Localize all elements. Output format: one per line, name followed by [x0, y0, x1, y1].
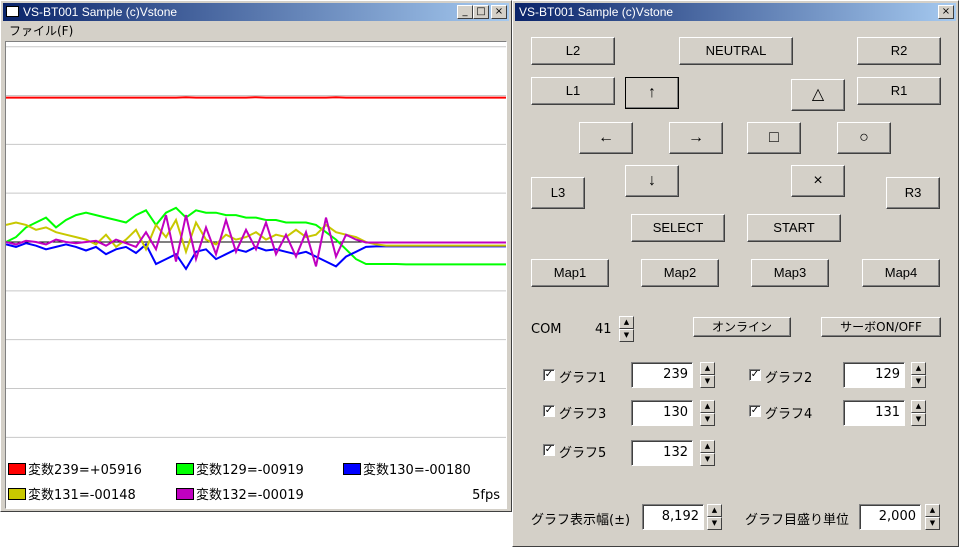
series-line [6, 214, 506, 267]
spin-down-icon[interactable]: ▼ [619, 329, 634, 342]
spin-down-icon[interactable]: ▼ [925, 517, 940, 530]
graph1-input[interactable]: 239 [631, 362, 693, 388]
graph3-spinner[interactable]: ▲ ▼ [700, 400, 715, 426]
spin-up-icon[interactable]: ▲ [700, 440, 715, 453]
graph-scale-label: グラフ目盛り単位 [745, 513, 850, 528]
graph-scale-spinner[interactable]: ▲ ▼ [925, 504, 940, 530]
square-button[interactable]: □ [747, 122, 801, 154]
graph4-label: グラフ4 [765, 407, 813, 422]
spin-up-icon[interactable]: ▲ [925, 504, 940, 517]
spin-up-icon[interactable]: ▲ [700, 400, 715, 413]
graph-width-label: グラフ表示幅(±) [531, 513, 631, 528]
maximize-icon[interactable]: □ [473, 5, 489, 19]
graph-window: VS-BT001 Sample (c)Vstone _ □ × ファイル(F) … [0, 0, 512, 512]
spin-up-icon[interactable]: ▲ [911, 362, 926, 375]
fps-indicator: 5fps [472, 488, 500, 503]
map3-button[interactable]: Map3 [751, 259, 829, 287]
close-icon[interactable]: × [938, 5, 954, 19]
left-button[interactable]: ← [579, 122, 633, 154]
r2-button[interactable]: R2 [857, 37, 941, 65]
graph2-checkbox[interactable]: ✓ [749, 369, 761, 381]
graph3-checkbox[interactable]: ✓ [543, 405, 555, 417]
controller-window-title: VS-BT001 Sample (c)Vstone [519, 5, 674, 19]
spin-up-icon[interactable]: ▲ [619, 316, 634, 329]
app-icon[interactable] [6, 6, 19, 17]
spin-down-icon[interactable]: ▼ [700, 413, 715, 426]
l3-button[interactable]: L3 [531, 177, 585, 209]
legend-swatch [8, 463, 26, 475]
triangle-button[interactable]: △ [791, 79, 845, 111]
spin-down-icon[interactable]: ▼ [700, 453, 715, 466]
legend-item: 変数239=+05916 [8, 463, 142, 479]
graph1-spinner[interactable]: ▲ ▼ [700, 362, 715, 388]
graph2-input[interactable]: 129 [843, 362, 905, 388]
r3-button[interactable]: R3 [886, 177, 940, 209]
graph-window-titlebar[interactable]: VS-BT001 Sample (c)Vstone _ □ × [3, 3, 509, 21]
com-value: 41 [595, 322, 612, 337]
map2-button[interactable]: Map2 [641, 259, 719, 287]
menu-bar: ファイル(F) [3, 22, 509, 40]
circle-button[interactable]: ○ [837, 122, 891, 154]
graph4-input[interactable]: 131 [843, 400, 905, 426]
graph5-input[interactable]: 132 [631, 440, 693, 466]
spin-up-icon[interactable]: ▲ [707, 504, 722, 517]
online-button[interactable]: オンライン [693, 317, 791, 337]
spin-down-icon[interactable]: ▼ [911, 375, 926, 388]
spin-down-icon[interactable]: ▼ [911, 413, 926, 426]
graph1-checkbox[interactable]: ✓ [543, 369, 555, 381]
graph4-spinner[interactable]: ▲ ▼ [911, 400, 926, 426]
spin-up-icon[interactable]: ▲ [911, 400, 926, 413]
controller-window: VS-BT001 Sample (c)Vstone × L2 NEUTRAL R… [512, 0, 959, 547]
graph5-checkbox[interactable]: ✓ [543, 444, 555, 456]
minimize-icon[interactable]: _ [457, 5, 473, 19]
legend-swatch [176, 488, 194, 500]
graph5-spinner[interactable]: ▲ ▼ [700, 440, 715, 466]
graph3-input[interactable]: 130 [631, 400, 693, 426]
spin-down-icon[interactable]: ▼ [707, 517, 722, 530]
legend-swatch [176, 463, 194, 475]
map1-button[interactable]: Map1 [531, 259, 609, 287]
menu-file[interactable]: ファイル(F) [3, 24, 79, 38]
legend-item: 変数132=-00019 [176, 488, 304, 504]
down-button[interactable]: ↓ [625, 165, 679, 197]
graph2-spinner[interactable]: ▲ ▼ [911, 362, 926, 388]
right-button[interactable]: → [669, 122, 723, 154]
l1-button[interactable]: L1 [531, 77, 615, 105]
graph4-checkbox[interactable]: ✓ [749, 405, 761, 417]
graph5-label: グラフ5 [559, 446, 607, 461]
legend-item: 変数130=-00180 [343, 463, 471, 479]
series-line [6, 206, 506, 266]
com-label: COM [531, 322, 562, 337]
legend-swatch [8, 488, 26, 500]
spin-down-icon[interactable]: ▼ [700, 375, 715, 388]
legend-item: 変数131=-00148 [8, 488, 136, 504]
graph-scale-input[interactable]: 2,000 [859, 504, 921, 530]
graph-width-input[interactable]: 8,192 [642, 504, 704, 530]
legend-swatch [343, 463, 361, 475]
up-button[interactable]: ↑ [625, 77, 679, 109]
com-spinner[interactable]: ▲ ▼ [619, 316, 634, 342]
graph-window-title: VS-BT001 Sample (c)Vstone [23, 5, 178, 19]
r1-button[interactable]: R1 [857, 77, 941, 105]
legend-item: 変数129=-00919 [176, 463, 304, 479]
graph2-label: グラフ2 [765, 371, 813, 386]
close-icon[interactable]: × [491, 5, 507, 19]
cross-button[interactable]: × [791, 165, 845, 197]
select-button[interactable]: SELECT [631, 214, 725, 242]
controller-window-titlebar[interactable]: VS-BT001 Sample (c)Vstone × [515, 3, 956, 21]
graph1-label: グラフ1 [559, 371, 607, 386]
l2-button[interactable]: L2 [531, 37, 615, 65]
graph-area: 変数239=+05916 変数129=-00919 変数130=-00180 変… [5, 41, 507, 509]
line-chart [6, 46, 506, 438]
graph3-label: グラフ3 [559, 407, 607, 422]
graph-width-spinner[interactable]: ▲ ▼ [707, 504, 722, 530]
map4-button[interactable]: Map4 [862, 259, 940, 287]
spin-up-icon[interactable]: ▲ [700, 362, 715, 375]
servo-toggle-button[interactable]: サーボON/OFF [821, 317, 941, 337]
start-button[interactable]: START [747, 214, 841, 242]
neutral-button[interactable]: NEUTRAL [679, 37, 793, 65]
